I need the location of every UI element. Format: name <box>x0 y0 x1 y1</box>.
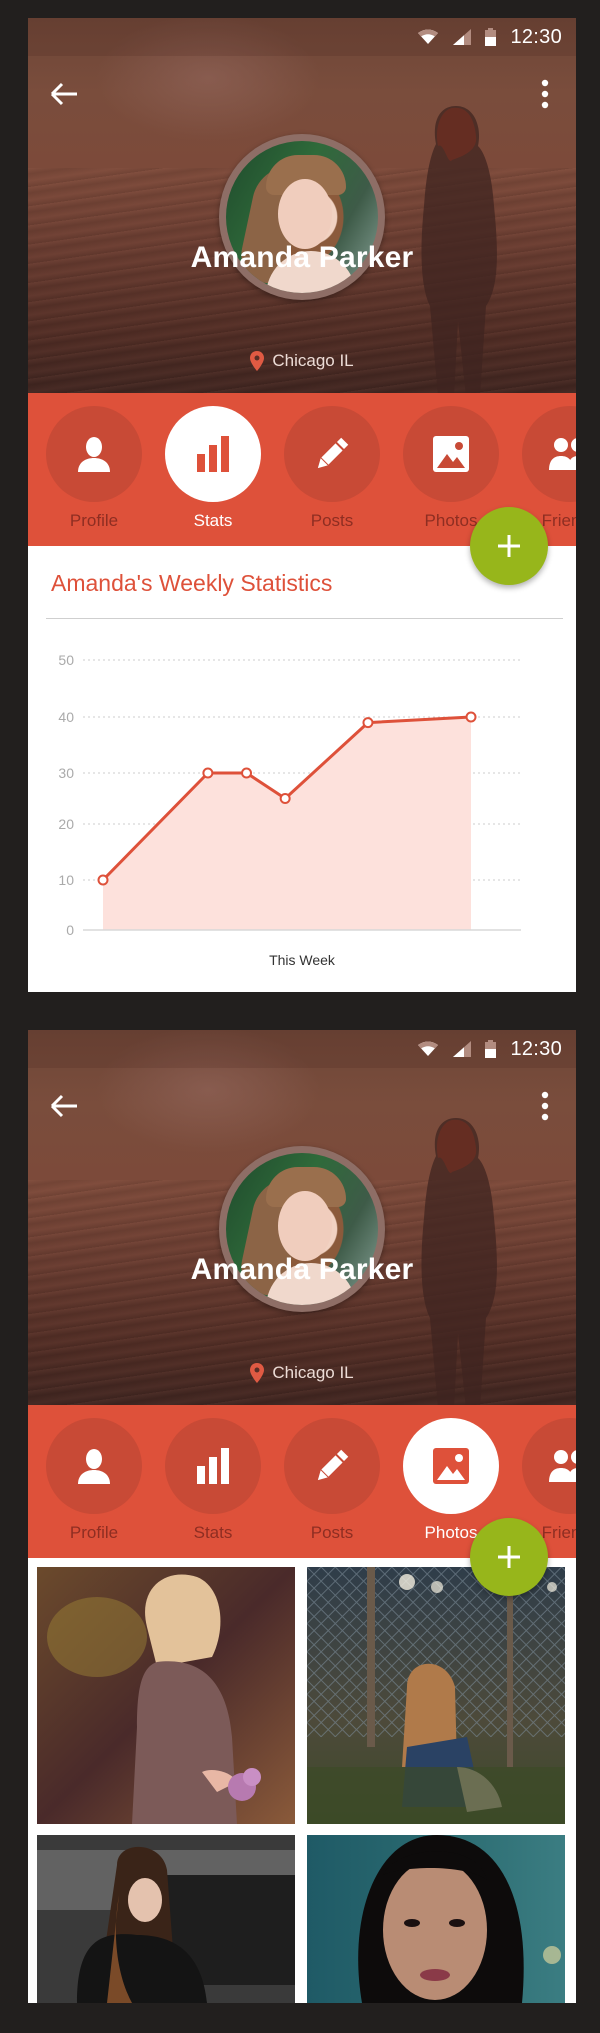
photo-thumbnail[interactable] <box>307 1567 565 1824</box>
stats-screen: 12:30 Amanda Parker Chicago IL Profile S… <box>28 18 576 992</box>
stats-title: Amanda's Weekly Statistics <box>51 570 333 596</box>
person-icon <box>78 1449 110 1484</box>
tab-profile[interactable]: Profile <box>39 406 149 541</box>
image-icon <box>433 1448 469 1484</box>
chart-y-tick-label: 40 <box>58 709 74 725</box>
wifi-icon <box>418 1041 439 1056</box>
people-icon <box>549 1450 576 1482</box>
arrow-left-icon <box>50 1094 77 1118</box>
chart-y-tick-label: 50 <box>58 652 74 668</box>
chart-data-point <box>279 793 291 804</box>
photo-image <box>37 1567 295 1824</box>
tab-stats[interactable]: Stats <box>158 1418 268 1553</box>
profile-header: 12:30 Amanda Parker Chicago IL <box>28 18 576 393</box>
photo-image <box>307 1835 565 2003</box>
location-pin-icon <box>250 351 265 371</box>
photo-thumbnail[interactable] <box>37 1835 295 2003</box>
avatar <box>219 1146 385 1312</box>
status-bar: 12:30 <box>28 18 576 56</box>
chart-y-tick-label: 0 <box>66 922 74 938</box>
add-fab-button[interactable] <box>470 507 548 585</box>
battery-icon <box>485 28 497 46</box>
tab-label: Profile <box>69 1523 119 1542</box>
tab-label: Stats <box>193 511 233 530</box>
bar-chart-icon <box>197 436 229 472</box>
profile-name: Amanda Parker <box>190 241 414 274</box>
location-pin-icon <box>250 1363 265 1383</box>
profile-location: Chicago IL <box>28 1363 576 1383</box>
photo-thumbnail[interactable] <box>37 1567 295 1824</box>
pencil-icon <box>317 437 349 469</box>
overflow-menu-button[interactable] <box>530 1088 560 1124</box>
status-time: 12:30 <box>510 25 562 48</box>
person-icon <box>78 437 110 472</box>
image-icon <box>433 436 469 472</box>
back-button[interactable] <box>46 1090 86 1122</box>
chart-y-tick-label: 10 <box>58 872 74 888</box>
tab-posts[interactable]: Posts <box>277 1418 387 1553</box>
people-icon <box>549 438 576 470</box>
profile-name: Amanda Parker <box>190 1253 414 1286</box>
chart-y-tick-label: 30 <box>58 765 74 781</box>
photos-screen: 12:30 Amanda Parker Chicago IL Profile S… <box>28 1030 576 2003</box>
status-bar: 12:30 <box>28 1030 576 1068</box>
tab-label: Posts <box>310 1523 354 1542</box>
more-vertical-icon <box>541 79 549 109</box>
battery-icon <box>485 1040 497 1058</box>
tab-label: Stats <box>193 1523 233 1542</box>
tab-label: Profile <box>69 511 119 530</box>
tab-label: Posts <box>310 511 354 530</box>
plus-icon <box>498 1546 520 1568</box>
signal-icon <box>453 1041 472 1057</box>
chart-data-point <box>241 767 253 779</box>
pencil-icon <box>317 1449 349 1481</box>
tab-posts[interactable]: Posts <box>277 406 387 541</box>
status-time: 12:30 <box>510 1037 562 1060</box>
location-text: Chicago IL <box>272 1363 354 1382</box>
chart-data-point <box>202 767 214 779</box>
chart-y-tick-label: 20 <box>58 816 74 832</box>
tab-profile[interactable]: Profile <box>39 1418 149 1553</box>
bar-chart-icon <box>197 1448 229 1484</box>
back-button[interactable] <box>46 78 86 110</box>
avatar <box>219 134 385 300</box>
chart-data-point <box>97 874 109 886</box>
overflow-menu-button[interactable] <box>530 76 560 112</box>
chart-data-point <box>362 717 374 729</box>
profile-location: Chicago IL <box>28 351 576 371</box>
wifi-icon <box>418 29 439 44</box>
weekly-stats-chart: 0 10 20 30 40 50 This Week <box>58 652 521 968</box>
chart-data-point <box>465 711 477 723</box>
photo-image <box>307 1567 565 1824</box>
tab-stats[interactable]: Stats <box>158 406 268 541</box>
signal-icon <box>453 29 472 45</box>
add-fab-button[interactable] <box>470 1518 548 1596</box>
location-text: Chicago IL <box>272 351 354 370</box>
photo-thumbnail[interactable] <box>307 1835 565 2003</box>
chart-x-axis-label: This Week <box>269 952 336 968</box>
divider <box>46 618 563 619</box>
profile-header: 12:30 Amanda Parker Chicago IL <box>28 1030 576 1405</box>
arrow-left-icon <box>50 82 77 106</box>
plus-icon <box>498 535 520 557</box>
photo-image <box>37 1835 295 2003</box>
more-vertical-icon <box>541 1091 549 1121</box>
